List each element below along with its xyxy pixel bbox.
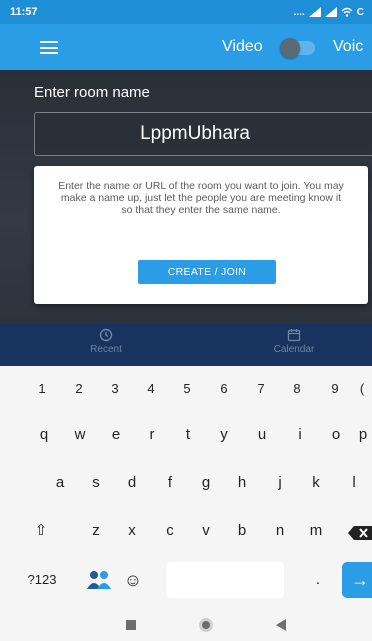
history-icon: [99, 328, 113, 342]
signal-icon: [308, 7, 321, 17]
app-bar: Video Voic: [0, 24, 372, 70]
key-i[interactable]: i: [284, 418, 316, 452]
backspace-icon: [348, 526, 372, 540]
key-w[interactable]: w: [64, 418, 96, 452]
wifi-icon: [341, 7, 353, 17]
key-y[interactable]: y: [208, 418, 240, 452]
key-o[interactable]: o: [320, 418, 352, 452]
key-c[interactable]: c: [154, 514, 186, 548]
key-v[interactable]: v: [190, 514, 222, 548]
space-key[interactable]: [166, 562, 284, 598]
key-6[interactable]: 6: [207, 372, 241, 406]
key-j[interactable]: j: [264, 466, 296, 500]
key-g[interactable]: g: [190, 466, 222, 500]
key-r[interactable]: r: [136, 418, 168, 452]
menu-icon[interactable]: [40, 41, 58, 54]
video-label: Video: [222, 38, 263, 55]
backspace-key[interactable]: [348, 516, 372, 550]
key-4[interactable]: 4: [134, 372, 168, 406]
key-b[interactable]: b: [226, 514, 258, 548]
create-join-button[interactable]: CREATE / JOIN: [138, 260, 276, 284]
recents-icon[interactable]: [126, 620, 136, 630]
navigation-bar: [0, 610, 372, 641]
tab-recent-label: Recent: [90, 344, 122, 355]
tab-calendar-label: Calendar: [273, 344, 315, 355]
key-d[interactable]: d: [116, 466, 148, 500]
people-icon-glyph: [87, 571, 111, 589]
key-e[interactable]: e: [100, 418, 132, 452]
period-key[interactable]: .: [304, 563, 332, 597]
key-8[interactable]: 8: [280, 372, 314, 406]
key-paren[interactable]: (: [352, 372, 372, 406]
key-a[interactable]: a: [44, 466, 76, 500]
key-k[interactable]: k: [300, 466, 332, 500]
key-3[interactable]: 3: [98, 372, 132, 406]
key-h[interactable]: h: [226, 466, 258, 500]
enter-key[interactable]: →: [342, 562, 372, 598]
status-time: 11:57: [10, 6, 38, 18]
key-2[interactable]: 2: [62, 372, 96, 406]
video-voice-toggle[interactable]: [280, 38, 315, 58]
key-9[interactable]: 9: [318, 372, 352, 406]
key-x[interactable]: x: [116, 514, 148, 548]
data-activity-text: ....: [293, 6, 305, 18]
key-z[interactable]: z: [80, 514, 112, 548]
key-n[interactable]: n: [264, 514, 296, 548]
key-q[interactable]: q: [28, 418, 60, 452]
room-name-label: Enter room name: [34, 84, 150, 101]
signal-icon-2: [324, 7, 337, 17]
people-icon[interactable]: [84, 563, 114, 597]
tab-recent[interactable]: Recent: [84, 328, 128, 355]
key-l[interactable]: l: [338, 466, 370, 500]
key-1[interactable]: 1: [25, 372, 59, 406]
symbols-key[interactable]: ?123: [22, 563, 62, 597]
back-icon[interactable]: [276, 619, 286, 631]
tab-calendar[interactable]: Calendar: [264, 328, 324, 355]
toggle-knob[interactable]: [280, 38, 300, 58]
emoji-key[interactable]: ☺: [118, 563, 148, 597]
key-7[interactable]: 7: [244, 372, 278, 406]
room-name-input[interactable]: LppmUbhara: [34, 112, 372, 156]
status-bar: 11:57 .... C: [0, 0, 372, 24]
key-p[interactable]: p: [354, 418, 372, 452]
info-card: Enter the name or URL of the room you wa…: [34, 166, 368, 304]
main-area: Enter room name LppmUbhara Enter the nam…: [0, 70, 372, 366]
soft-keyboard: 1 2 3 4 5 6 7 8 9 ( q w e r t y u i o p …: [0, 366, 372, 610]
key-s[interactable]: s: [80, 466, 112, 500]
key-u[interactable]: u: [246, 418, 278, 452]
key-t[interactable]: t: [172, 418, 204, 452]
info-text: Enter the name or URL of the room you wa…: [58, 180, 344, 216]
shift-key[interactable]: ⇧: [24, 514, 58, 548]
key-f[interactable]: f: [154, 466, 186, 500]
battery-icon: C: [356, 6, 364, 18]
home-icon[interactable]: [199, 618, 213, 632]
bottom-tabs: Recent Calendar: [0, 324, 372, 366]
status-icons: .... C: [294, 7, 364, 18]
calendar-icon: [287, 329, 301, 342]
voice-label: Voic: [333, 38, 364, 55]
key-m[interactable]: m: [300, 514, 332, 548]
key-5[interactable]: 5: [170, 372, 204, 406]
